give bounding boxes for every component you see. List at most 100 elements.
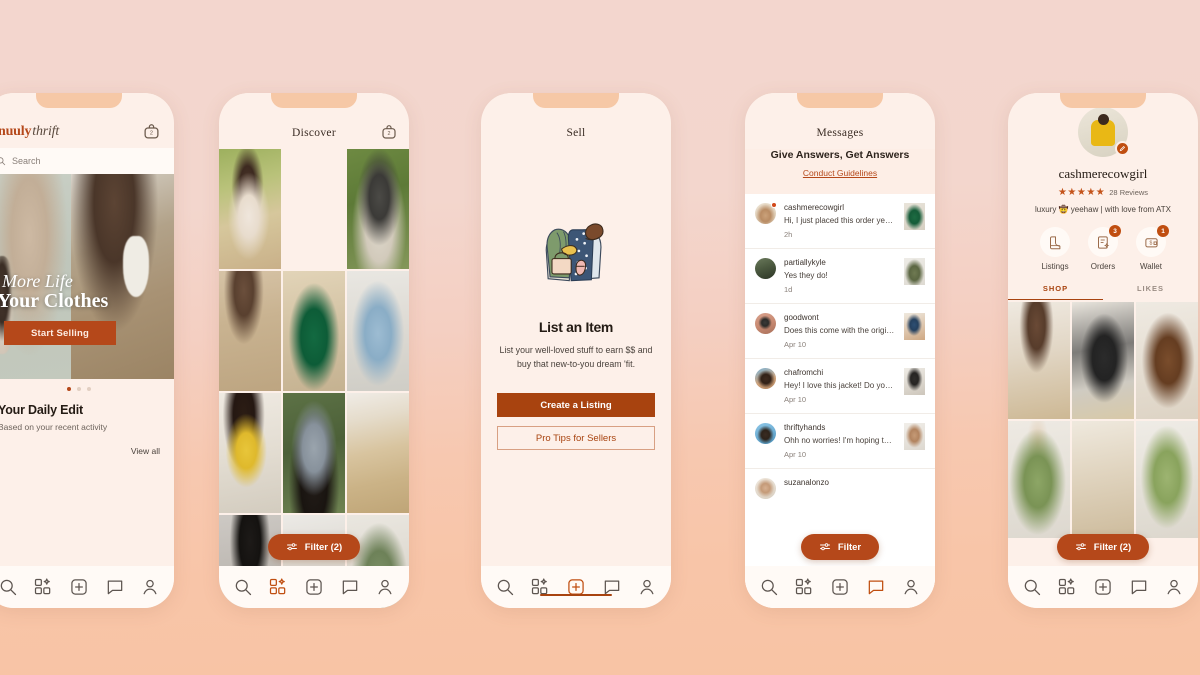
tab-search[interactable] [0, 577, 18, 597]
home-indicator [540, 594, 612, 596]
grid-item[interactable] [283, 149, 345, 269]
tab-search[interactable] [233, 577, 253, 597]
search-icon [0, 157, 6, 166]
message-thread-row[interactable]: partiallykyle Yes they do! 1d [745, 249, 935, 304]
tab-profile[interactable] [375, 577, 395, 597]
filter-button[interactable]: Filter (2) [1056, 534, 1150, 560]
filter-button[interactable]: Filter [800, 534, 880, 560]
avatar [755, 258, 776, 279]
profile-photo-grid[interactable] [1008, 302, 1198, 608]
message-thread-row[interactable]: thriftyhands Ohh no worries! I'm hoping … [745, 414, 935, 469]
message-thread-row[interactable]: goodwont Does this come with the origina… [745, 304, 935, 359]
tab-messages[interactable] [340, 577, 360, 597]
grid-item[interactable] [1008, 302, 1070, 419]
thread-username: cashmerecowgirl [784, 203, 845, 212]
start-selling-button[interactable]: Start Selling [4, 321, 116, 345]
conduct-guidelines-link[interactable]: Conduct Guidelines [803, 168, 877, 178]
grid-item[interactable] [347, 271, 409, 391]
filter-button[interactable]: Filter (2) [267, 534, 361, 560]
thread-thumbnail[interactable] [904, 258, 925, 285]
grid-item[interactable] [347, 393, 409, 513]
grid-item[interactable] [347, 149, 409, 269]
boot-icon [1040, 227, 1070, 257]
tab-profile[interactable] [637, 577, 657, 597]
grid-item[interactable] [219, 393, 281, 513]
avatar [755, 202, 777, 224]
profile-tabs: SHOP LIKES [1008, 284, 1198, 300]
tab-discover[interactable] [794, 577, 814, 597]
thread-thumbnail[interactable] [904, 423, 925, 450]
tab-profile[interactable] [901, 577, 921, 597]
create-listing-button[interactable]: Create a Listing [497, 393, 655, 418]
tab-likes[interactable]: LIKES [1103, 284, 1198, 300]
svg-text:$: $ [1149, 240, 1152, 246]
avatar [755, 423, 776, 444]
profile-username: cashmerecowgirl [1058, 166, 1148, 181]
tab-create[interactable] [1093, 577, 1113, 597]
tab-profile[interactable] [1164, 577, 1184, 597]
thread-thumbnail[interactable] [904, 313, 925, 340]
grid-item[interactable] [219, 149, 281, 269]
tab-create[interactable] [830, 577, 850, 597]
phone-profile: cashmerecowgirl ★★★★★ 28 Reviews luxury … [1008, 93, 1198, 608]
shopping-bag-icon[interactable]: 2 [143, 123, 160, 140]
tab-search[interactable] [1022, 577, 1042, 597]
grid-item[interactable] [1136, 302, 1198, 419]
view-all-link[interactable]: View all [0, 446, 160, 456]
thread-thumbnail[interactable] [904, 368, 925, 395]
action-orders[interactable]: 3 Orders [1088, 225, 1121, 271]
phone-notch [533, 93, 619, 108]
action-wallet[interactable]: $ 1 Wallet [1136, 225, 1169, 271]
sell-heading: List an Item [538, 319, 614, 335]
phone-notch [36, 93, 122, 108]
grid-item[interactable] [1072, 421, 1134, 538]
tab-search[interactable] [495, 577, 515, 597]
tab-shop[interactable]: SHOP [1008, 284, 1103, 300]
message-thread-row[interactable]: cashmerecowgirl Hi, I just placed this o… [745, 194, 935, 249]
tab-profile[interactable] [140, 577, 160, 597]
profile-screen: cashmerecowgirl ★★★★★ 28 Reviews luxury … [1008, 93, 1198, 608]
sell-screen: Sell List an Item List your well-loved s… [481, 93, 671, 608]
wallet-badge: 1 [1157, 225, 1169, 237]
grid-item[interactable] [219, 271, 281, 391]
home-hero-carousel[interactable]: More Life in Your Clothes Start Selling [0, 174, 174, 379]
tab-discover[interactable] [1057, 577, 1077, 597]
tab-create[interactable] [69, 577, 89, 597]
grid-item[interactable] [1008, 421, 1070, 538]
bottom-tab-bar [1008, 566, 1198, 608]
tab-create[interactable] [304, 577, 324, 597]
grid-item[interactable] [283, 393, 345, 513]
tab-discover[interactable] [268, 577, 288, 597]
grid-item[interactable] [1136, 421, 1198, 538]
tab-messages[interactable] [866, 577, 886, 597]
phone-home: nuulythrift 2 Search More Life in Your C… [0, 93, 174, 608]
thread-preview: Hey! I love this jacket! Do you hav… [784, 381, 896, 390]
thread-body: chafromchi Hey! I love this jacket! Do y… [784, 368, 896, 404]
search-placeholder: Search [12, 156, 41, 166]
message-thread-row[interactable]: suzanalonzo [745, 469, 935, 508]
thread-body: cashmerecowgirl Hi, I just placed this o… [784, 203, 896, 239]
grid-item[interactable] [283, 271, 345, 391]
grid-item[interactable] [1072, 302, 1134, 419]
phone-messages: Messages Give Answers, Get Answers Condu… [745, 93, 935, 608]
message-thread-row[interactable]: chafromchi Hey! I love this jacket! Do y… [745, 359, 935, 414]
home-screen: nuulythrift 2 Search More Life in Your C… [0, 93, 174, 608]
thread-username: chafromchi [784, 368, 824, 377]
edit-pencil-icon[interactable] [1115, 141, 1130, 156]
bottom-tab-bar [219, 566, 409, 608]
sliders-icon [819, 543, 830, 551]
receipt-icon: 3 [1088, 225, 1121, 257]
pro-tips-button[interactable]: Pro Tips for Sellers [497, 426, 655, 451]
star-rating: ★★★★★ [1057, 187, 1106, 198]
tab-messages[interactable] [105, 577, 125, 597]
action-listings[interactable]: Listings [1040, 227, 1070, 271]
hero-line-1: More Life [2, 271, 73, 291]
carousel-dots[interactable] [0, 379, 174, 391]
tab-messages[interactable] [1129, 577, 1149, 597]
thread-thumbnail[interactable] [904, 203, 925, 230]
thread-preview: Ohh no worries! I'm hoping to wea… [784, 436, 896, 445]
tab-search[interactable] [759, 577, 779, 597]
shopping-bag-icon[interactable]: 2 [381, 124, 397, 140]
tab-discover[interactable] [33, 577, 53, 597]
search-input[interactable]: Search [0, 148, 174, 174]
